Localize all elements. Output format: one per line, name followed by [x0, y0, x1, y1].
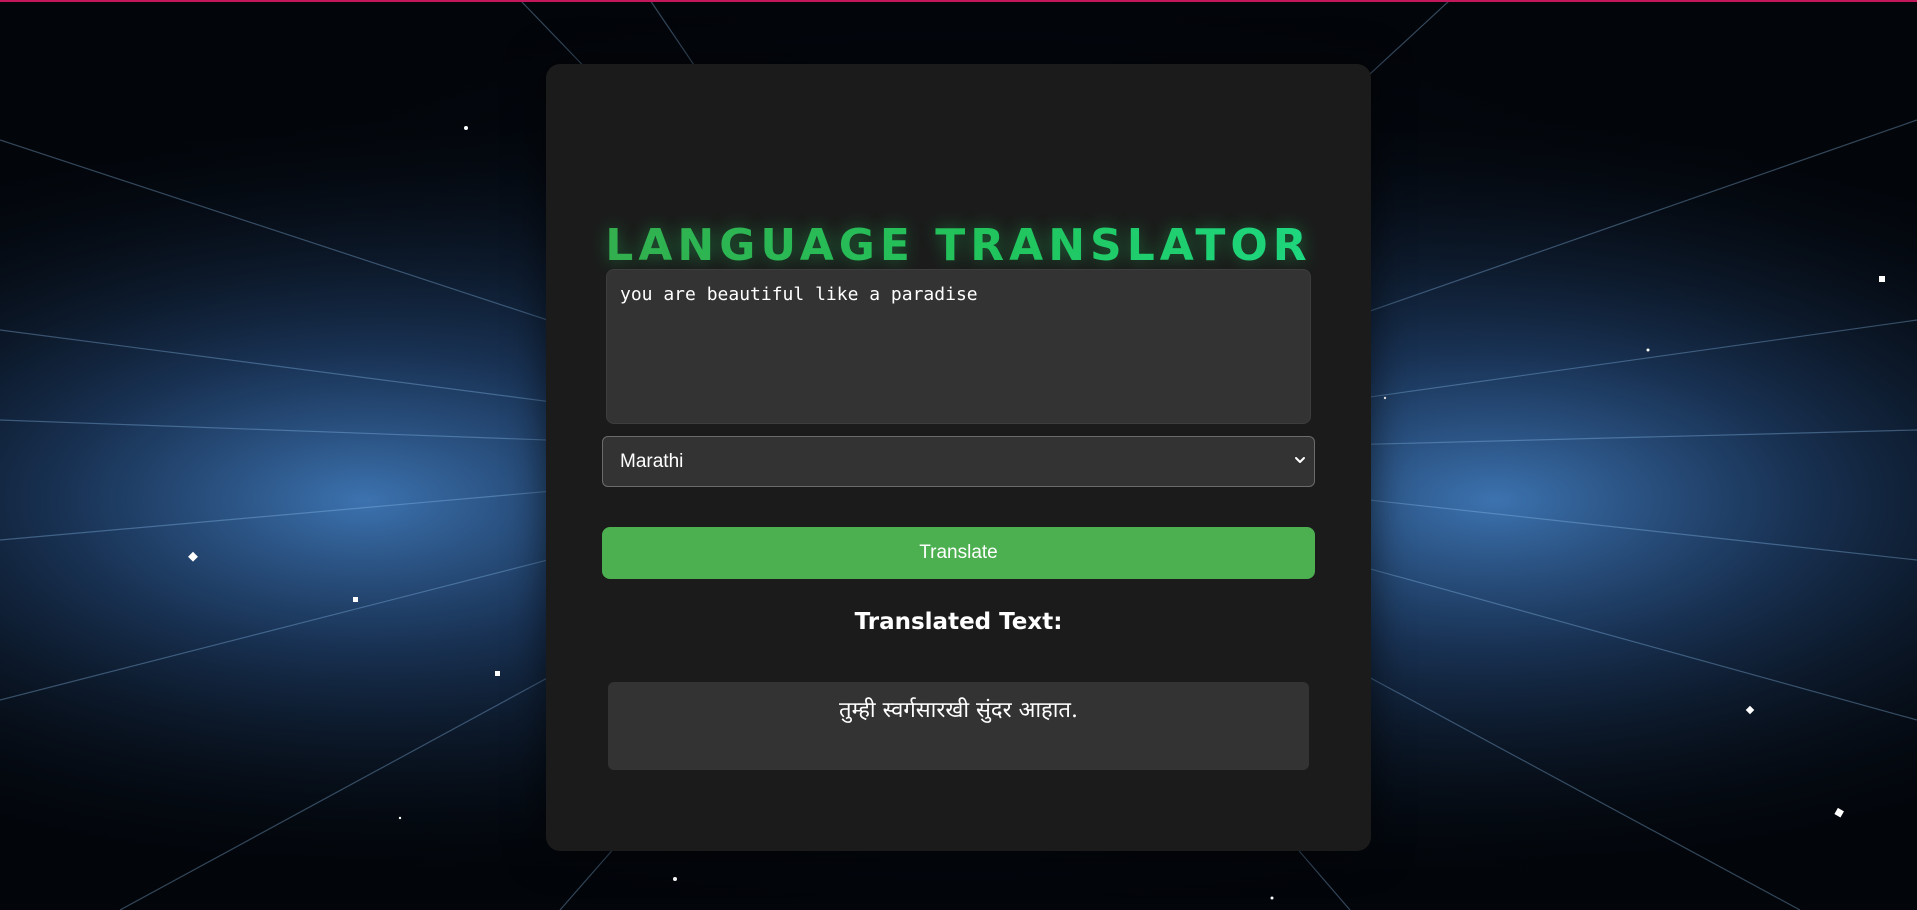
language-select-wrapper: Marathi: [602, 436, 1315, 487]
translate-button[interactable]: Translate: [602, 527, 1315, 579]
translated-text-output: तुम्ही स्वर्गसारखी सुंदर आहात.: [608, 682, 1309, 770]
top-accent-strip: [0, 0, 1917, 2]
translator-card: LANGUAGE TRANSLATOR you are beautiful li…: [546, 64, 1371, 851]
translated-text-heading: Translated Text:: [854, 609, 1063, 635]
page-title: LANGUAGE TRANSLATOR: [546, 216, 1371, 276]
source-text-input[interactable]: you are beautiful like a paradise: [606, 269, 1311, 424]
language-select[interactable]: Marathi: [602, 436, 1315, 487]
